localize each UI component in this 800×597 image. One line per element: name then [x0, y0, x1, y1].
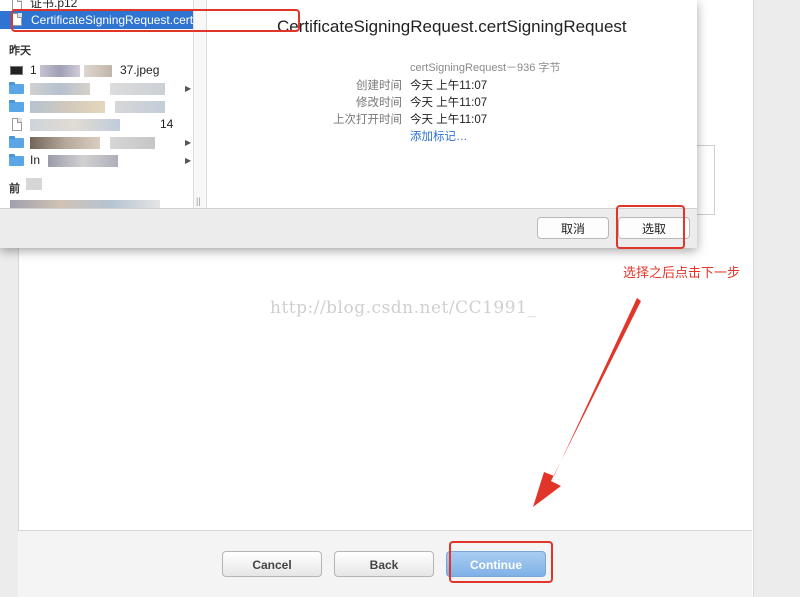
red-arrow-icon	[533, 298, 641, 507]
